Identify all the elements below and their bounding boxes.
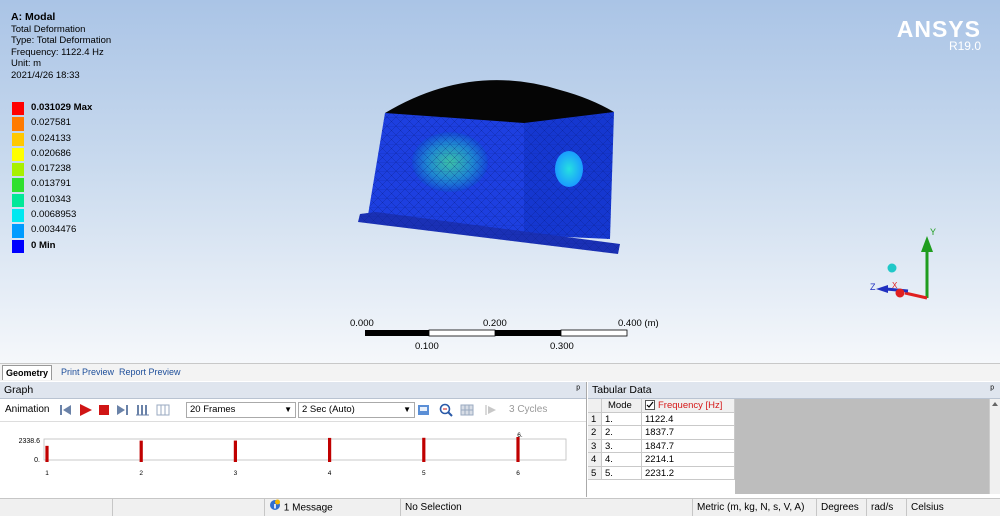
temperature-unit-status[interactable]: Celsius [906,499,1000,516]
frequency-bar[interactable] [233,440,237,462]
angle-unit-status[interactable]: Degrees [816,499,869,516]
frames-select[interactable]: 20 Frames ▼ [186,402,296,418]
scale-label: 0.000 [350,318,374,329]
status-blank [0,499,114,516]
selection-status: No Selection [400,499,695,516]
frequency-cell[interactable]: 1122.4 [642,412,735,426]
animation-toolbar: Animation 20 Frames ▼ 2 Sec (Auto) ▼ 3 Cyc… [0,399,586,422]
tabular-panel-header: Tabular Data ᵖ [588,382,1000,399]
graph-panel-header: Graph ᵖ [0,382,586,399]
tabular-data-panel: Tabular Data ᵖ Mode Frequency [Hz] 1 1. 11… [588,382,1000,497]
row-number-cell[interactable]: 5 [588,466,602,480]
status-bar: 1 Message No Selection Metric (m, kg, N,… [0,498,1000,516]
y-max-label: 2338.6 [19,438,41,445]
empty-grid-area [735,399,990,494]
triad-z-label: Z [870,282,876,292]
message-info-icon [269,499,281,517]
cycles-label: 3 Cycles [509,404,548,415]
chart-grid-icon[interactable] [460,404,474,416]
cycles-icon[interactable] [485,405,496,415]
duration-value: 2 Sec (Auto) [302,404,355,415]
x-tick-label: 6 [516,470,520,477]
x-tick-label: 2 [139,470,143,477]
row-number-cell[interactable]: 4 [588,453,602,467]
triad-x-label: X [892,281,898,290]
messages-status[interactable]: 1 Message [264,499,403,516]
vertical-scrollbar[interactable] [989,399,1000,494]
export-video-icon[interactable] [418,405,429,415]
tabular-panel-title: Tabular Data [592,384,652,396]
mode-cell[interactable]: 5. [602,466,642,480]
view-tab-bar: Geometry Print Preview Report Preview [0,363,1000,381]
unit-system-status[interactable]: Metric (m, kg, N, s, V, A) [692,499,819,516]
x-tick-label: 4 [328,470,332,477]
row-number-cell[interactable]: 2 [588,426,602,440]
frames-value: 20 Frames [190,404,236,415]
scale-label: 0.200 [483,318,507,329]
zoom-fit-icon[interactable] [439,403,453,417]
frequency-bar[interactable] [516,437,520,462]
previous-frame-icon[interactable] [60,405,71,415]
stop-icon[interactable] [99,405,109,415]
scale-label: 0.100 [415,341,439,352]
row-number-cell[interactable]: 3 [588,439,602,453]
messages-label: 1 Message [283,502,333,514]
distributed-frames-icon[interactable] [136,405,149,416]
graph-panel-title: Graph [4,384,34,396]
graphics-viewport[interactable]: A: Modal Total Deformation Type: Total D… [0,0,1000,366]
mode-cell[interactable]: 3. [602,439,642,453]
scale-label: 0.400 (m) [618,318,659,329]
frequency-cell[interactable]: 1837.7 [642,426,735,440]
tab-print-preview[interactable]: Print Preview [58,365,117,379]
y-min-label: 0. [34,457,40,464]
frequency-bar[interactable] [328,437,332,462]
row-number-cell[interactable]: 1 [588,412,602,426]
mode-cell[interactable]: 4. [602,453,642,467]
duration-select[interactable]: 2 Sec (Auto) ▼ [298,402,415,418]
animation-label: Animation [5,404,50,415]
triad-y-label: Y [930,227,936,237]
frequency-bar[interactable] [139,440,143,462]
play-icon[interactable] [80,404,92,416]
pin-icon[interactable]: ᵖ [576,382,580,398]
frequency-cell[interactable]: 2214.1 [642,453,735,467]
scale-bar: 0.000 0.200 0.400 (m) 0.100 0.300 [340,315,670,355]
deformation-hotspot [555,151,583,187]
frequency-header-label: Frequency [Hz] [658,400,723,411]
frequency-chart[interactable]: 2338.6 0. 6. 123456 [0,422,586,497]
frequency-cell[interactable]: 1847.7 [642,439,735,453]
frequency-bar[interactable] [422,437,426,462]
column-header-mode[interactable]: Mode [602,399,642,413]
rate-unit-status[interactable]: rad/s [866,499,909,516]
pin-icon[interactable]: ᵖ [990,382,994,398]
mode-cell[interactable]: 1. [602,412,642,426]
x-tick-label: 3 [234,470,238,477]
corner-cell [588,399,602,413]
x-tick-label: 5 [422,470,426,477]
tab-report-preview[interactable]: Report Preview [116,365,184,379]
column-header-frequency[interactable]: Frequency [Hz] [642,399,735,413]
chart-plot-area [43,438,567,461]
coordinate-triad[interactable]: Y Z X [870,220,950,310]
result-sets-icon[interactable] [156,404,170,416]
status-blank [112,499,267,516]
tab-geometry[interactable]: Geometry [2,365,53,380]
graph-panel: Graph ᵖ Animation 20 Frames ▼ 2 Sec (Auto… [0,382,587,497]
x-tick-label: 1 [45,470,49,477]
chevron-down-icon: ▼ [284,405,292,414]
chevron-down-icon: ▼ [403,405,411,414]
frequency-bar[interactable] [45,445,49,462]
scale-label: 0.300 [550,341,574,352]
mode-cell[interactable]: 2. [602,426,642,440]
frequency-cell[interactable]: 2231.2 [642,466,735,480]
deformed-model[interactable] [0,0,1000,366]
next-frame-icon[interactable] [117,405,128,415]
checkbox-icon[interactable] [645,400,655,411]
